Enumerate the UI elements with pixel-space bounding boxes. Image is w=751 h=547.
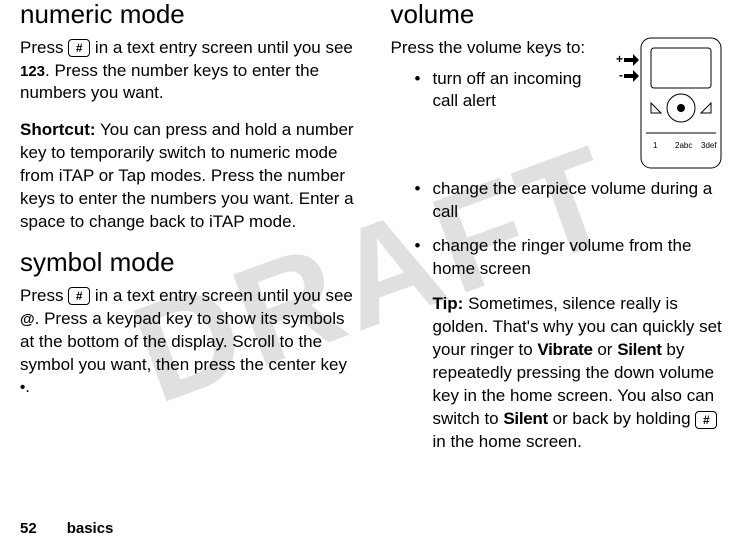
svg-text:2abc: 2abc [675,141,692,150]
svg-text:-: - [619,68,623,82]
volume-intro-text-block: Press the volume keys to: turn off an in… [391,37,602,126]
silent-label: Silent [503,409,548,428]
symbol-paragraph: Press # in a text entry screen until you… [20,285,361,400]
svg-text:1: 1 [653,141,658,150]
volume-intro: Press the volume keys to: [391,37,602,60]
tip-paragraph: Tip: Sometimes, silence really is golden… [391,293,732,454]
hash-key-icon: # [68,39,90,57]
heading-numeric-mode: numeric mode [20,0,361,29]
text: . Press the number keys to enter the num… [20,61,319,103]
one-two-three-icon: 123 [20,63,45,80]
page-body: numeric mode Press # in a text entry scr… [0,0,751,547]
numeric-paragraph: Press # in a text entry screen until you… [20,37,361,106]
text: or back by holding [548,409,695,428]
volume-bullets: turn off an incoming call alert [391,68,602,114]
volume-bullets-cont: change the earpiece volume during a call… [391,178,732,294]
tip-label: Tip: [433,294,464,313]
heading-volume: volume [391,0,732,29]
at-symbol-icon: @ [20,311,35,328]
shortcut-label: Shortcut: [20,120,96,139]
heading-symbol-mode: symbol mode [20,248,361,277]
phone-illustration: 1 2abc 3def + - [611,33,731,178]
bullet-item: change the earpiece volume during a call [415,178,732,224]
hash-key-icon: # [695,411,717,429]
vibrate-label: Vibrate [537,340,592,359]
bullet-item: change the ringer volume from the home s… [415,235,732,281]
text: Press [20,286,68,305]
bullet-item: turn off an incoming call alert [415,68,602,114]
svg-text:+: + [616,52,623,66]
text: in the home screen. [433,432,582,451]
silent-label: Silent [617,340,662,359]
text: in a text entry screen until you see [90,286,353,305]
volume-intro-row: Press the volume keys to: turn off an in… [391,37,732,178]
svg-text:3def: 3def [701,141,717,150]
text: in a text entry screen until you see [90,38,353,57]
hash-key-icon: # [68,287,90,305]
left-column: numeric mode Press # in a text entry scr… [20,0,361,547]
shortcut-paragraph: Shortcut: You can press and hold a numbe… [20,119,361,234]
right-column: volume Press the volume keys to: turn of… [391,0,732,547]
text: . [25,377,30,396]
phone-icon: 1 2abc 3def + - [611,33,731,173]
text: . Press a keypad key to show its symbols… [20,309,347,374]
text: or [593,340,618,359]
text: Press [20,38,68,57]
